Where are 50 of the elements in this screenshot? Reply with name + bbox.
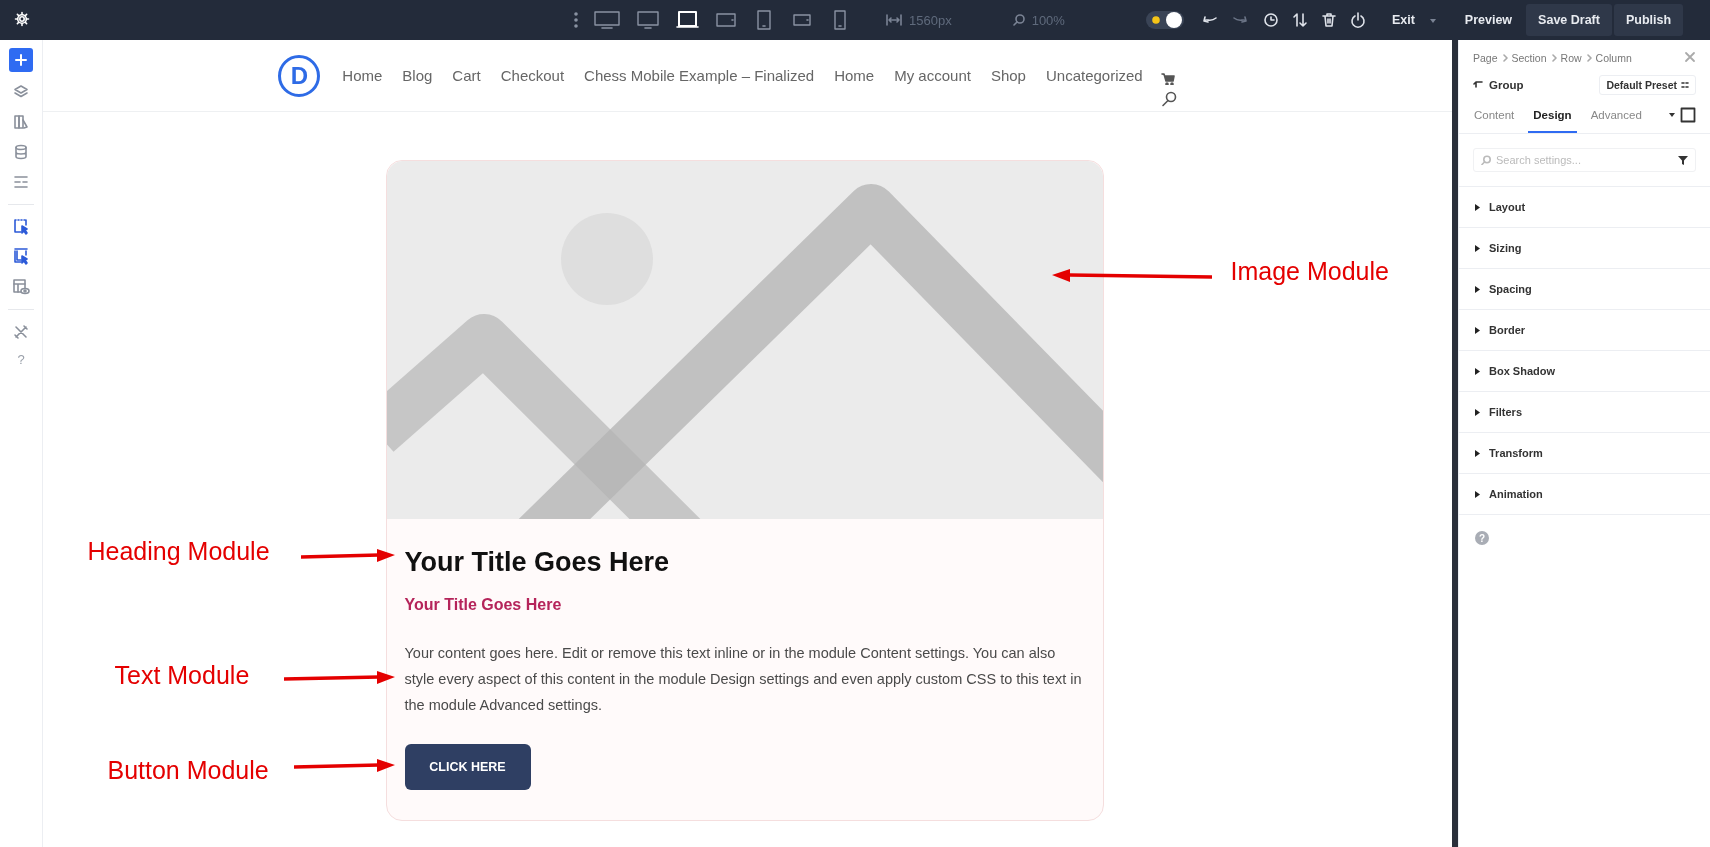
breadcrumb-link[interactable]: Column — [1595, 52, 1632, 64]
search-field[interactable]: Search settings... — [1473, 148, 1696, 172]
annotation-label: Image Module — [1230, 257, 1389, 286]
nav-link[interactable]: Uncategorized — [1045, 67, 1143, 84]
group-label: Group — [1489, 79, 1524, 91]
section-title: Animation — [1489, 488, 1543, 500]
section-title: Sizing — [1489, 242, 1522, 254]
zoom-reading: 100% — [1031, 12, 1065, 28]
body-text: Your content goes here. Edit or remove this text inline or in the module Content settings. You can also style every aspect of this content in the module Design settings and even apply custom CSS to this text in the module Advanced settings. — [404, 644, 1083, 715]
section-title: Box Shadow — [1489, 365, 1555, 377]
annotation-label: Button Module — [107, 756, 269, 785]
nav-link[interactable]: Chess Mobile Example – Finalized — [584, 67, 815, 84]
section-title: Filters — [1489, 406, 1522, 418]
nav-link[interactable]: Home — [342, 67, 383, 84]
section-title: Layout — [1489, 201, 1526, 213]
settings-section[interactable]: Sizing — [1459, 228, 1710, 269]
preset-button[interactable]: Default Preset — [1599, 75, 1696, 95]
subheading: Your Title Goes Here — [404, 596, 563, 614]
annotation-label: Heading Module — [87, 537, 270, 566]
panel-tab[interactable]: Content — [1469, 105, 1520, 133]
click-here-button[interactable]: CLICK HERE — [404, 744, 531, 790]
panel-tab[interactable]: Advanced — [1585, 105, 1647, 133]
exit-button[interactable]: Exit — [1379, 4, 1427, 36]
preview-button[interactable]: Preview — [1452, 4, 1525, 36]
section-title: Transform — [1489, 447, 1543, 459]
nav-link[interactable]: Blog — [402, 67, 433, 84]
width-reading: 1560px — [909, 12, 952, 28]
save-draft-button[interactable]: Save Draft — [1526, 4, 1612, 36]
settings-section[interactable]: Spacing — [1459, 269, 1710, 310]
publish-button[interactable]: Publish — [1613, 4, 1684, 36]
breadcrumb-link[interactable]: Section — [1511, 52, 1547, 64]
nav-link[interactable]: Home — [834, 67, 875, 84]
nav-link[interactable]: Cart — [452, 67, 481, 84]
section-title: Border — [1489, 324, 1526, 336]
nav-link[interactable]: My account — [894, 67, 971, 84]
settings-section[interactable]: Border — [1459, 310, 1710, 351]
settings-section[interactable]: Filters — [1459, 392, 1710, 433]
settings-section[interactable]: Box Shadow — [1459, 351, 1710, 392]
heading: Your Title Goes Here — [404, 547, 671, 578]
site-logo[interactable]: D — [278, 54, 321, 97]
panel-tab[interactable]: Design — [1528, 105, 1577, 133]
annotation-label: Text Module — [114, 661, 250, 690]
nav-link[interactable]: Checkout — [500, 67, 565, 84]
nav-link[interactable]: Shop — [990, 67, 1026, 84]
settings-section[interactable]: Transform — [1459, 433, 1710, 474]
breadcrumb-link[interactable]: Row — [1560, 52, 1582, 64]
section-title: Spacing — [1489, 283, 1532, 295]
settings-section[interactable]: Layout — [1459, 187, 1710, 228]
breadcrumb-link[interactable]: Page — [1473, 52, 1498, 64]
settings-section[interactable]: Animation — [1459, 474, 1710, 515]
